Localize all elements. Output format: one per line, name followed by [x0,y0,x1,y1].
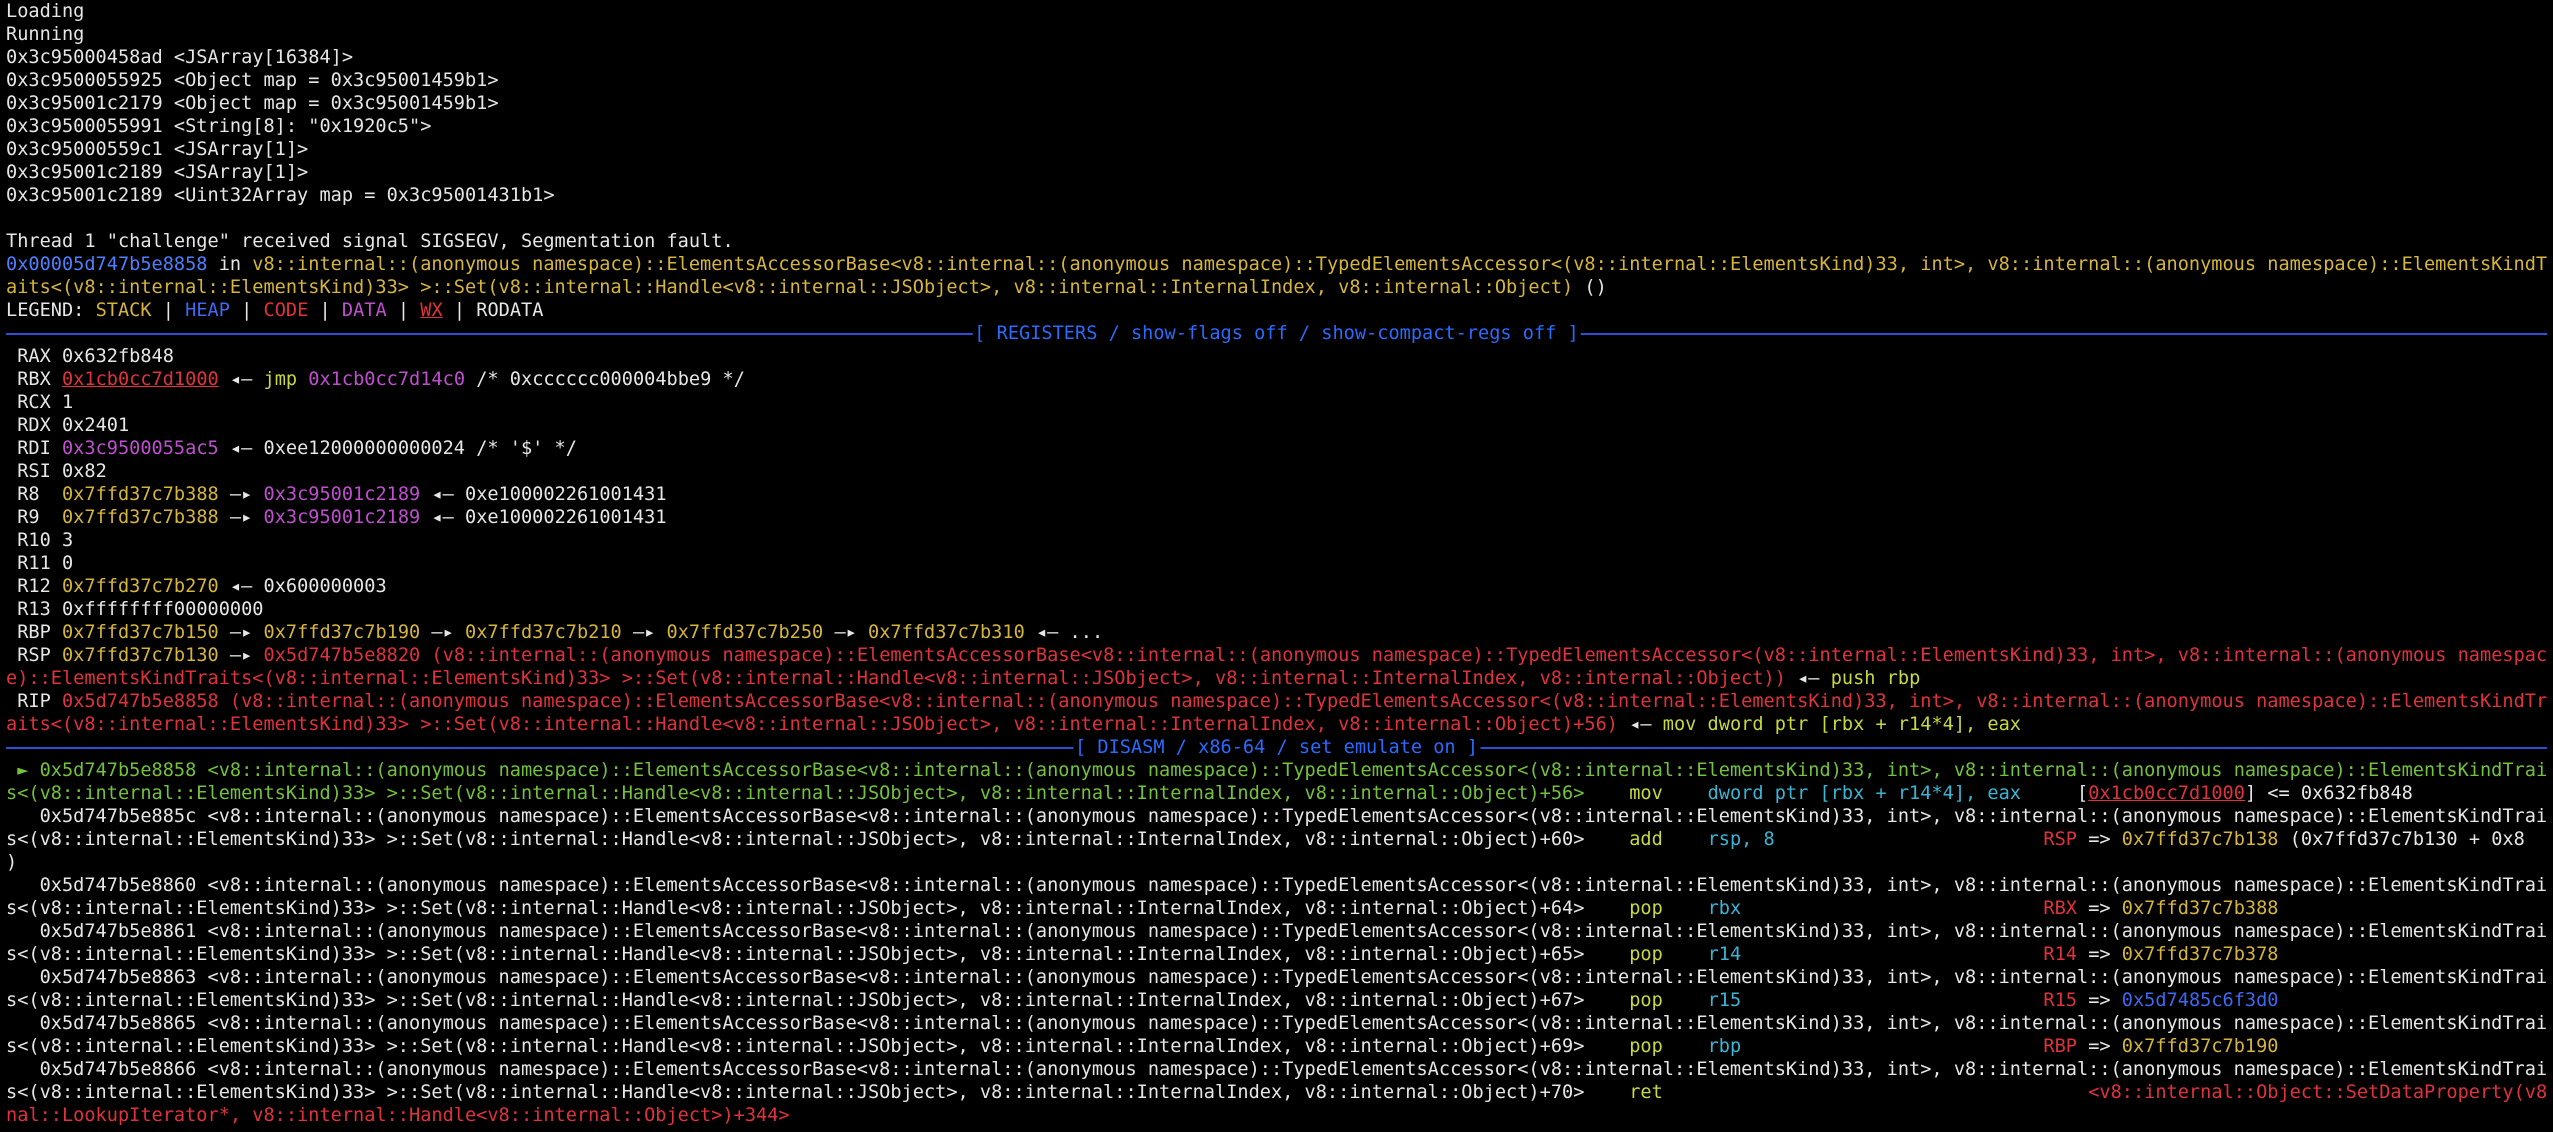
output-line: 0x3c9500055925 <Object map = 0x3c9500145… [6,70,499,91]
signal-location-line-cont: aits<(v8::internal::ElementsKind)33> >::… [6,277,1607,298]
disasm-line-cont: s<(v8::internal::ElementsKind)33> >::Set… [6,1082,2547,1103]
legend-data: DATA [341,300,387,321]
register-r9: R9 0x7ffd37c7b388 —▸ 0x3c95001c2189 ◂— 0… [6,507,667,528]
registers-header: [ REGISTERS / show-flags off / show-comp… [972,322,1581,345]
disasm-line-cont: s<(v8::internal::ElementsKind)33> >::Set… [6,944,2279,965]
disasm-line-cont: s<(v8::internal::ElementsKind)33> >::Set… [6,990,2279,1011]
register-rbp: RBP 0x7ffd37c7b150 —▸ 0x7ffd37c7b190 —▸ … [6,622,1104,643]
register-rip-cont: aits<(v8::internal::ElementsKind)33> >::… [6,714,2022,735]
legend-stack: STACK [95,300,152,321]
disasm-line: 0x5d747b5e8860 <v8::internal::(anonymous… [6,875,2547,896]
disasm-header: [ DISASM / x86-64 / set emulate on ] [1073,736,1480,759]
disasm-separator: [ DISASM / x86-64 / set emulate on ] [6,736,2547,759]
register-rdi: RDI 0x3c9500055ac5 ◂— 0xee12000000000024… [6,438,577,459]
register-r10: R10 3 [6,530,74,551]
legend-rodata: RODATA [476,300,544,321]
current-instruction-marker: ► [6,760,40,781]
register-rip: RIP 0x5d747b5e8858 (v8::internal::(anony… [6,691,2547,712]
disasm-line: 0x5d747b5e8866 <v8::internal::(anonymous… [6,1059,2547,1080]
register-r11: R11 0 [6,553,74,574]
register-rcx: RCX 1 [6,392,74,413]
output-line: Running [6,24,85,45]
register-r13: R13 0xffffffff00000000 [6,599,264,620]
legend-code: CODE [263,300,309,321]
register-r8: R8 0x7ffd37c7b388 —▸ 0x3c95001c2189 ◂— 0… [6,484,667,505]
disasm-line-cont: nal::LookupIterator*, v8::internal::Hand… [6,1105,790,1126]
legend: LEGEND: STACK | HEAP | CODE | DATA | WX … [6,300,544,321]
disasm-line-cont: s<(v8::internal::ElementsKind)33> >::Set… [6,898,2279,919]
disasm-line: 0x5d747b5e8863 <v8::internal::(anonymous… [6,967,2547,988]
signal-location-line: 0x00005d747b5e8858 in v8::internal::(ano… [6,253,2547,276]
register-rsi: RSI 0x82 [6,461,107,482]
output-line: 0x3c95001c2189 <Uint32Array map = 0x3c95… [6,185,555,206]
register-rdx: RDX 0x2401 [6,415,130,436]
output-line: 0x3c95001c2179 <Object map = 0x3c9500145… [6,93,499,114]
register-rax: RAX 0x632fb848 [6,346,174,367]
signal-message: Thread 1 "challenge" received signal SIG… [6,231,734,252]
output-line: 0x3c9500055991 <String[8]: "0x1920c5"> [6,116,432,137]
disasm-line: 0x5d747b5e885c <v8::internal::(anonymous… [6,806,2547,827]
disasm-line: 0x5d747b5e8861 <v8::internal::(anonymous… [6,921,2547,942]
output-line: 0x3c95000458ad <JSArray[16384]> [6,47,354,68]
legend-heap: HEAP [185,300,230,321]
disasm-current-line-cont: s<(v8::internal::ElementsKind)33> >::Set… [6,783,2413,804]
disasm-line-cont: s<(v8::internal::ElementsKind)33> >::Set… [6,1036,2279,1057]
register-rbx: RBX 0x1cb0cc7d1000 ◂— jmp 0x1cb0cc7d14c0… [6,369,745,390]
disasm-line-cont: ) [6,852,18,873]
disasm-current-line: ► 0x5d747b5e8858 <v8::internal::(anonymo… [6,760,2547,781]
disasm-line: 0x5d747b5e8865 <v8::internal::(anonymous… [6,1013,2547,1034]
register-rsp: RSP 0x7ffd37c7b130 —▸ 0x5d747b5e8820 (v8… [6,645,2547,666]
output-line: 0x3c95000559c1 <JSArray[1]> [6,139,309,160]
fault-address: 0x00005d747b5e8858 [6,254,208,275]
disasm-line-cont: s<(v8::internal::ElementsKind)33> >::Set… [6,829,2525,850]
legend-wx: WX [420,300,443,321]
gdb-terminal[interactable]: Loading Running 0x3c95000458ad <JSArray[… [6,0,2547,1127]
register-rsp-cont: e)::ElementsKindTraits<(v8::internal::El… [6,668,1921,689]
registers-separator: [ REGISTERS / show-flags off / show-comp… [6,322,2547,345]
fault-function: v8::internal::(anonymous namespace)::Ele… [252,254,2547,275]
output-line: 0x3c95001c2189 <JSArray[1]> [6,162,309,183]
register-r12: R12 0x7ffd37c7b270 ◂— 0x600000003 [6,576,387,597]
output-line: Loading [6,1,85,22]
